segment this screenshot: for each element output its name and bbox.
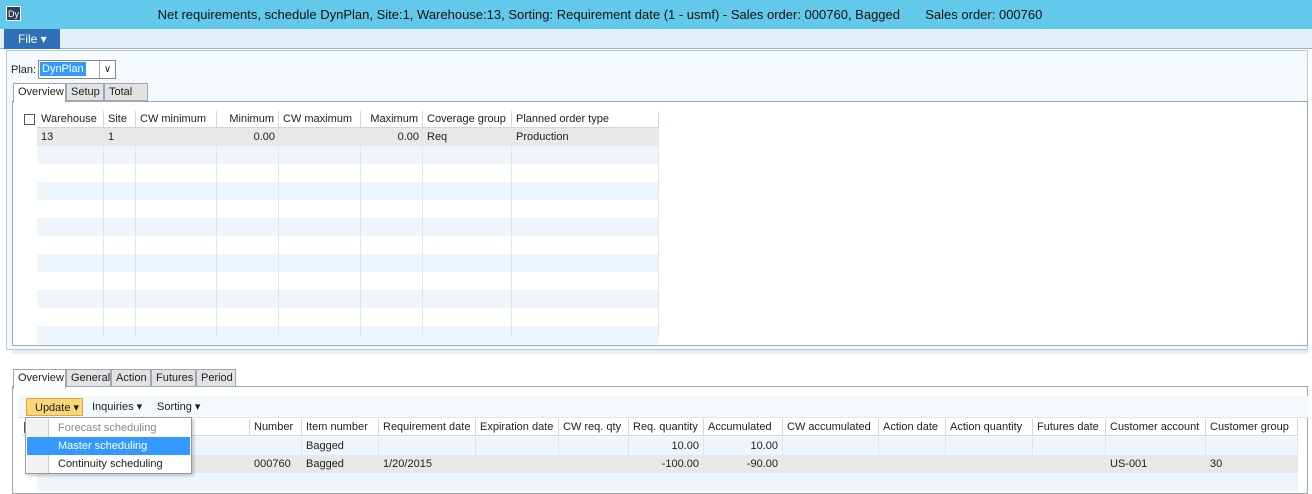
table-cell bbox=[783, 437, 879, 455]
table-cell: US-001 bbox=[1106, 455, 1206, 473]
table-cell: 0.00 bbox=[397, 131, 419, 143]
table-cell: 10.00 bbox=[629, 437, 704, 455]
inquiries-label: Inquiries bbox=[92, 401, 134, 413]
table-cell bbox=[559, 455, 629, 473]
column-header[interactable]: CW minimum bbox=[136, 111, 217, 128]
window-title: Net requirements, schedule DynPlan, Site… bbox=[157, 7, 1043, 22]
table-cell bbox=[879, 455, 946, 473]
sorting-label: Sorting bbox=[157, 401, 192, 413]
table-cell: 1/20/2015 bbox=[379, 455, 476, 473]
tab-action[interactable]: Action bbox=[111, 369, 151, 387]
plan-value[interactable]: DynPlan bbox=[40, 62, 86, 76]
update-dropdown-menu: Forecast scheduling Master scheduling Co… bbox=[25, 417, 192, 474]
table-cell: Production bbox=[516, 131, 569, 143]
action-toolbar bbox=[18, 396, 1308, 418]
column-divider bbox=[104, 128, 136, 336]
plan-label: Plan: bbox=[11, 64, 37, 76]
column-divider bbox=[361, 128, 423, 336]
table-cell bbox=[783, 455, 879, 473]
column-divider bbox=[217, 128, 279, 336]
select-all-checkbox[interactable] bbox=[24, 114, 35, 125]
table-cell bbox=[250, 437, 302, 455]
column-header[interactable]: Number bbox=[250, 419, 302, 436]
inquiries-button[interactable]: Inquiries ▾ bbox=[92, 400, 142, 413]
table-cell bbox=[136, 128, 217, 146]
column-header[interactable]: Requirement date bbox=[379, 419, 476, 436]
column-header[interactable]: Futures date bbox=[1033, 419, 1106, 436]
table-row[interactable] bbox=[37, 473, 1298, 491]
table-cell: 13 bbox=[41, 131, 54, 143]
tab-futures[interactable]: Futures bbox=[151, 369, 196, 387]
table-cell: -100.00 bbox=[629, 455, 704, 473]
tab-overview[interactable]: Overview bbox=[13, 83, 66, 103]
table-cell bbox=[1206, 437, 1298, 455]
table-cell bbox=[1106, 437, 1206, 455]
chevron-down-icon[interactable]: ∨ bbox=[99, 61, 115, 78]
table-cell: 30 bbox=[1206, 455, 1298, 473]
column-header[interactable]: Coverage group bbox=[423, 111, 512, 128]
tab-general[interactable]: General bbox=[66, 369, 111, 387]
column-divider bbox=[37, 128, 104, 336]
column-header[interactable]: Site bbox=[104, 111, 136, 128]
column-header[interactable]: Accumulated bbox=[704, 419, 783, 436]
column-header[interactable]: Minimum bbox=[217, 111, 279, 128]
file-menu-button[interactable]: File ▾ bbox=[4, 29, 60, 49]
table-cell bbox=[946, 437, 1033, 455]
table-cell bbox=[476, 437, 559, 455]
tab-setup[interactable]: Setup bbox=[66, 83, 104, 101]
column-divider bbox=[279, 128, 361, 336]
table-cell bbox=[559, 437, 629, 455]
splitter[interactable] bbox=[12, 350, 1308, 354]
table-cell: -90.00 bbox=[704, 455, 783, 473]
column-header[interactable]: Expiration date bbox=[476, 419, 559, 436]
column-header[interactable]: Customer group bbox=[1206, 419, 1298, 436]
column-header[interactable]: Action quantity bbox=[946, 419, 1033, 436]
table-cell bbox=[1033, 455, 1106, 473]
column-header[interactable]: Req. quantity bbox=[629, 419, 704, 436]
table-cell bbox=[946, 455, 1033, 473]
column-divider bbox=[136, 128, 217, 336]
table-cell bbox=[476, 455, 559, 473]
menu-item-forecast-scheduling[interactable]: Forecast scheduling bbox=[27, 419, 190, 437]
table-cell: Bagged bbox=[302, 455, 379, 473]
column-header[interactable]: CW maximum bbox=[279, 111, 361, 128]
table-cell: 1 bbox=[108, 131, 115, 143]
menu-item-master-scheduling[interactable]: Master scheduling bbox=[27, 437, 190, 455]
update-label: Update bbox=[35, 402, 71, 414]
table-cell: Req bbox=[427, 131, 448, 143]
sorting-button[interactable]: Sorting ▾ bbox=[157, 400, 200, 413]
table-cell bbox=[379, 437, 476, 455]
table-cell: Bagged bbox=[302, 437, 379, 455]
column-header[interactable]: Item number bbox=[302, 419, 379, 436]
table-cell bbox=[879, 437, 946, 455]
column-header[interactable]: CW accumulated bbox=[783, 419, 879, 436]
table-cell bbox=[279, 128, 361, 146]
update-button[interactable]: Update ▾ bbox=[26, 398, 83, 416]
table-cell: 10.00 bbox=[704, 437, 783, 455]
ribbon-bar bbox=[0, 29, 1312, 49]
column-header[interactable]: Planned order type bbox=[512, 111, 659, 128]
tab-total[interactable]: Total bbox=[104, 83, 148, 101]
table-cell bbox=[1033, 437, 1106, 455]
column-header[interactable]: Warehouse bbox=[37, 111, 104, 128]
tab-overview[interactable]: Overview bbox=[13, 369, 66, 389]
column-divider bbox=[423, 128, 512, 336]
column-header[interactable]: CW req. qty bbox=[559, 419, 629, 436]
tab-period[interactable]: Period bbox=[196, 369, 236, 387]
column-header[interactable]: Maximum bbox=[361, 111, 423, 128]
menu-item-continuity-scheduling[interactable]: Continuity scheduling bbox=[27, 455, 190, 473]
column-header[interactable]: Customer account bbox=[1106, 419, 1206, 436]
column-divider bbox=[512, 128, 659, 336]
table-cell: 0.00 bbox=[253, 131, 275, 143]
table-cell: 000760 bbox=[250, 455, 302, 473]
column-header[interactable]: Action date bbox=[879, 419, 946, 436]
